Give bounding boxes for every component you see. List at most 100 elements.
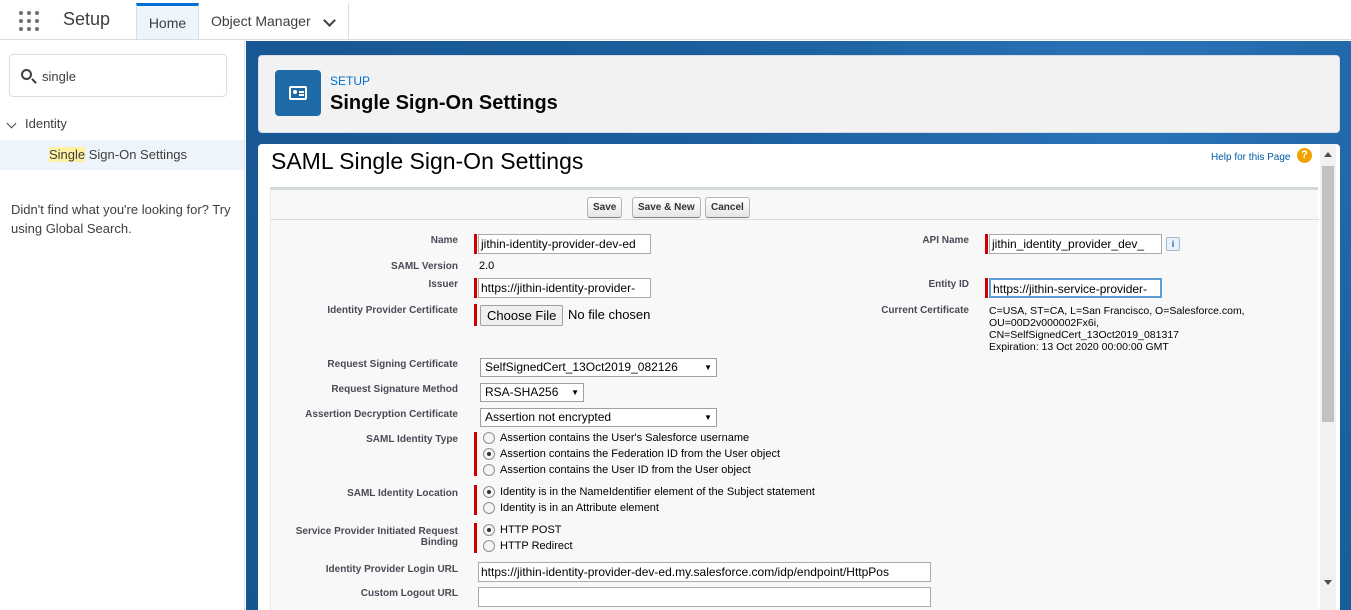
cancel-button[interactable]: Cancel bbox=[705, 197, 750, 218]
radio-button[interactable] bbox=[483, 464, 495, 476]
tab-home-label: Home bbox=[148, 14, 187, 31]
name-field[interactable]: jithin-identity-provider-dev-ed bbox=[478, 234, 651, 254]
quick-find-input[interactable] bbox=[42, 66, 217, 86]
sp-binding-label: Service Provider Initiated Request Bindi… bbox=[268, 526, 458, 548]
sp-binding-label-line: Binding bbox=[420, 537, 458, 548]
save-button[interactable]: Save bbox=[587, 197, 623, 218]
radio-button[interactable] bbox=[483, 502, 495, 514]
app-launcher-icon[interactable] bbox=[19, 11, 39, 31]
identity-location-label: SAML Identity Location bbox=[347, 488, 458, 499]
setup-sidebar: Identity Single Sign-On Settings Didn't … bbox=[0, 41, 245, 610]
choose-file-button[interactable]: Choose File bbox=[480, 305, 564, 326]
help-link[interactable]: Help for this Page bbox=[1211, 152, 1291, 163]
name-label: Name bbox=[430, 235, 458, 246]
idp-cert-label: Identity Provider Certificate bbox=[327, 305, 458, 316]
radio-button[interactable] bbox=[483, 524, 495, 536]
radio-label: HTTP Redirect bbox=[500, 540, 573, 552]
radio-label: Assertion contains the Federation ID fro… bbox=[500, 448, 781, 460]
section-title: SAML Single Sign-On Settings bbox=[271, 148, 584, 174]
cert-line: Expiration: 13 Oct 2020 00:00:00 GMT bbox=[989, 341, 1169, 353]
current-cert-label: Current Certificate bbox=[881, 305, 969, 316]
page-header: SETUP Single Sign-On Settings bbox=[258, 55, 1340, 133]
search-match-highlight: Single bbox=[49, 147, 86, 162]
entity-id-label: Entity ID bbox=[928, 279, 969, 290]
identity-type-option[interactable]: Assertion contains the User ID from the … bbox=[483, 464, 751, 476]
req-sign-cert-label: Request Signing Certificate bbox=[327, 359, 458, 370]
radio-label: Identity is in an Attribute element bbox=[500, 502, 659, 514]
required-marker bbox=[474, 278, 477, 298]
saml-version-value: 2.0 bbox=[479, 260, 495, 272]
scroll-up-icon[interactable] bbox=[1324, 152, 1332, 157]
cert-line: C=USA, ST=CA, L=San Francisco, O=Salesfo… bbox=[989, 305, 1245, 317]
info-icon[interactable]: i bbox=[1166, 237, 1180, 251]
not-found-hint: Didn't find what you're looking for? Try… bbox=[11, 202, 231, 236]
idp-login-url-label: Identity Provider Login URL bbox=[325, 564, 458, 575]
radio-button[interactable] bbox=[483, 448, 495, 460]
chevron-down-icon[interactable] bbox=[6, 118, 17, 129]
top-nav: Setup Home Object Manager bbox=[0, 0, 1351, 40]
required-marker bbox=[985, 234, 988, 254]
radio-label: Assertion contains the User ID from the … bbox=[500, 464, 751, 476]
chevron-down-icon[interactable] bbox=[323, 14, 336, 27]
custom-logout-url-label: Custom Logout URL bbox=[360, 588, 458, 599]
page-title: Single Sign-On Settings bbox=[330, 92, 558, 114]
assert-decrypt-select[interactable]: Assertion not encrypted bbox=[480, 408, 717, 427]
required-marker bbox=[474, 234, 477, 254]
issuer-label: Issuer bbox=[428, 279, 458, 290]
no-file-text: No file chosen bbox=[568, 307, 651, 322]
identity-type-option[interactable]: Assertion contains the User's Salesforce… bbox=[483, 432, 749, 444]
tree-item-label: Sign-On Settings bbox=[85, 147, 188, 162]
search-icon bbox=[21, 69, 32, 80]
tree-item-single-sign-on-settings[interactable]: Single Sign-On Settings bbox=[0, 140, 244, 170]
radio-label: Identity is in the NameIdentifier elemen… bbox=[500, 486, 815, 498]
help-icon[interactable]: ? bbox=[1297, 148, 1312, 163]
saml-version-label: SAML Version bbox=[390, 261, 458, 272]
sp-binding-label-line: Service Provider Initiated Request bbox=[295, 526, 458, 537]
button-row: Save Save & New Cancel bbox=[271, 190, 1319, 220]
identity-location-option[interactable]: Identity is in an Attribute element bbox=[483, 502, 659, 514]
issuer-field[interactable]: https://jithin-identity-provider- bbox=[478, 278, 651, 298]
tab-object-manager[interactable]: Object Manager bbox=[199, 3, 349, 39]
assert-decrypt-label: Assertion Decryption Certificate bbox=[305, 409, 458, 420]
cert-line: OU=00D2v000002Fx6i, bbox=[989, 317, 1100, 329]
radio-button[interactable] bbox=[483, 432, 495, 444]
req-sig-method-label: Request Signature Method bbox=[331, 384, 458, 395]
entity-id-field[interactable]: https://jithin-service-provider- bbox=[989, 278, 1162, 298]
identity-location-option[interactable]: Identity is in the NameIdentifier elemen… bbox=[483, 486, 815, 498]
sp-binding-option[interactable]: HTTP Redirect bbox=[483, 540, 573, 552]
identity-card-icon bbox=[275, 70, 321, 116]
app-name: Setup bbox=[63, 9, 111, 29]
header-eyebrow: SETUP bbox=[330, 74, 371, 88]
api-name-label: API Name bbox=[922, 235, 969, 246]
content-frame: SAML Single Sign-On Settings Help for th… bbox=[258, 144, 1340, 610]
required-marker bbox=[474, 304, 477, 326]
required-marker bbox=[474, 432, 477, 476]
cert-line: CN=SelfSignedCert_13Oct2019_081317 bbox=[989, 329, 1180, 341]
scroll-down-icon[interactable] bbox=[1324, 580, 1332, 585]
tab-object-manager-label: Object Manager bbox=[211, 13, 311, 29]
required-marker bbox=[474, 485, 477, 515]
req-sig-method-select[interactable]: RSA-SHA256 bbox=[480, 383, 584, 402]
radio-label: Assertion contains the User's Salesforce… bbox=[500, 432, 750, 444]
radio-label: HTTP POST bbox=[500, 524, 562, 536]
quick-find-box[interactable] bbox=[9, 54, 227, 97]
tree-group-identity[interactable]: Identity bbox=[25, 116, 67, 131]
custom-logout-url-field[interactable] bbox=[478, 587, 931, 607]
identity-type-label: SAML Identity Type bbox=[366, 434, 458, 445]
scrollbar[interactable] bbox=[1320, 144, 1336, 610]
radio-button[interactable] bbox=[483, 540, 495, 552]
req-sign-cert-select[interactable]: SelfSignedCert_13Oct2019_082126 bbox=[480, 358, 717, 377]
radio-button[interactable] bbox=[483, 486, 495, 498]
scroll-thumb[interactable] bbox=[1322, 166, 1334, 422]
saml-settings-form: Save Save & New Cancel Name jithin-ident… bbox=[268, 187, 1319, 610]
api-name-field[interactable]: jithin_identity_provider_dev_ bbox=[989, 234, 1162, 254]
current-cert-value: C=USA, ST=CA, L=San Francisco, O=Salesfo… bbox=[989, 305, 1245, 353]
required-marker bbox=[474, 523, 477, 553]
required-marker bbox=[985, 278, 988, 298]
identity-type-option[interactable]: Assertion contains the Federation ID fro… bbox=[483, 448, 780, 460]
idp-login-url-field[interactable]: https://jithin-identity-provider-dev-ed.… bbox=[478, 562, 931, 582]
tab-home[interactable]: Home bbox=[136, 3, 199, 39]
sp-binding-option[interactable]: HTTP POST bbox=[483, 524, 562, 536]
save-new-button[interactable]: Save & New bbox=[632, 197, 701, 218]
main-area: SETUP Single Sign-On Settings SAML Singl… bbox=[246, 41, 1351, 610]
